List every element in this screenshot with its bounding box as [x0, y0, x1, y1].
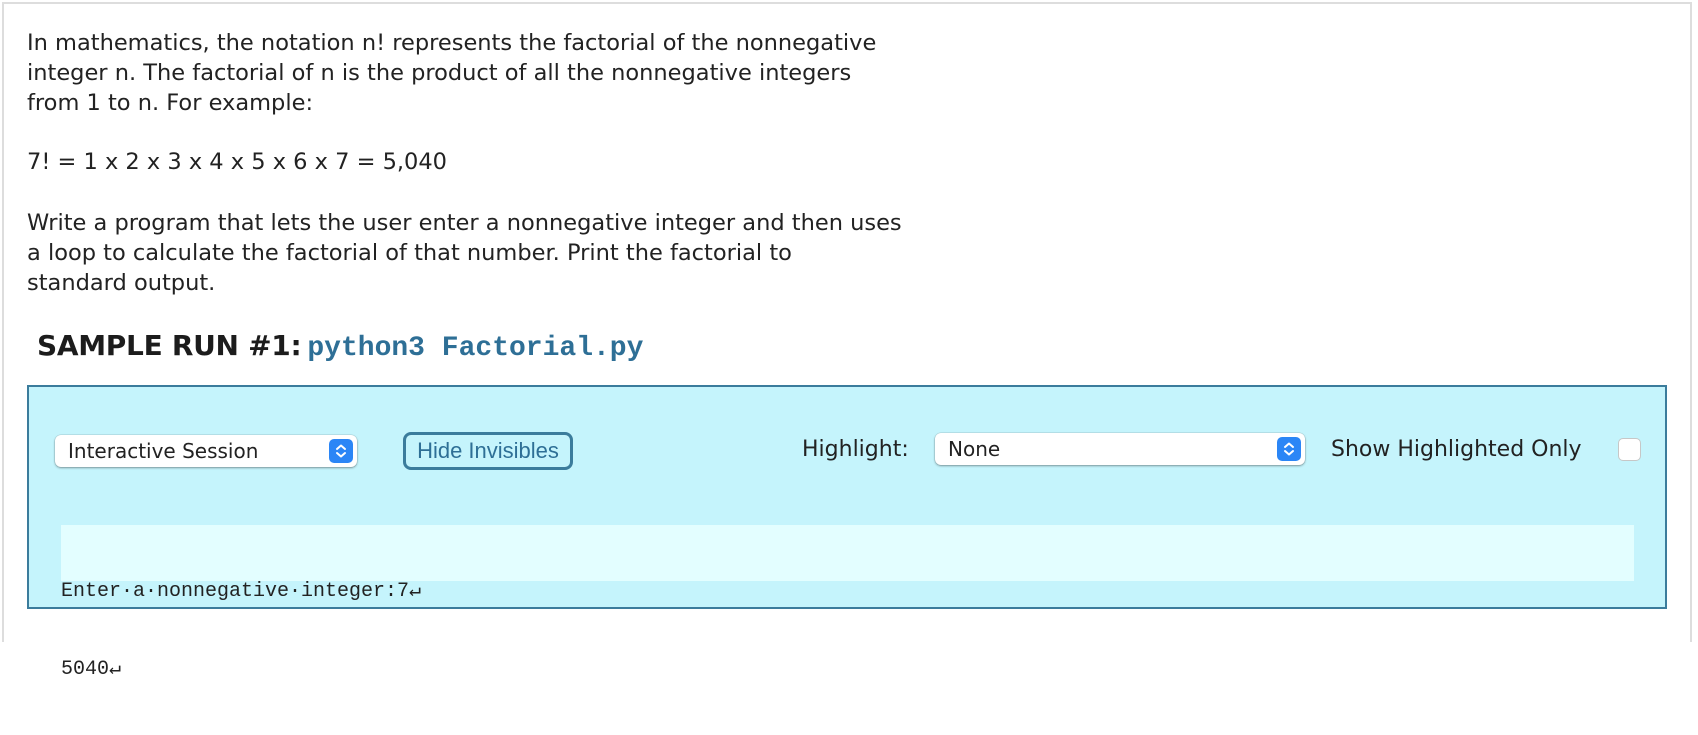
sample-run-label: SAMPLE RUN #1:	[37, 329, 302, 362]
task-line: standard output.	[27, 270, 216, 296]
session-mode-value: Interactive Session	[68, 439, 259, 463]
session-output: Enter·a·nonnegative·integer:7↵ 5040↵	[61, 525, 1634, 681]
up-down-stepper-icon	[329, 439, 353, 463]
intro-line: integer n. The factorial of n is the pro…	[27, 60, 852, 86]
sample-run-panel: Interactive Session Hide Invisibles High…	[27, 385, 1667, 681]
intro-line: from 1 to n. For example:	[27, 90, 314, 116]
output-line: 5040↵	[61, 658, 122, 681]
highlight-select[interactable]: None	[935, 433, 1305, 465]
output-line: Enter·a·nonnegative·integer:7↵	[61, 580, 422, 603]
problem-task: Write a program that lets the user enter…	[27, 208, 902, 298]
task-line: Write a program that lets the user enter…	[27, 210, 902, 236]
task-line: a loop to calculate the factorial of tha…	[27, 240, 792, 266]
show-highlighted-only-label: Show Highlighted Only	[1331, 437, 1582, 462]
highlight-label: Highlight:	[802, 437, 909, 462]
sample-run-command: python3 Factorial.py	[307, 333, 644, 364]
intro-line: In mathematics, the notation n! represen…	[27, 30, 877, 56]
up-down-stepper-icon	[1277, 437, 1301, 461]
hide-invisibles-button[interactable]: Hide Invisibles	[403, 432, 573, 470]
sample-run-heading: SAMPLE RUN #1: python3 Factorial.py	[37, 328, 643, 367]
highlight-value: None	[948, 437, 1001, 461]
show-highlighted-only-checkbox[interactable]	[1618, 438, 1641, 461]
factorial-example: 7! = 1 x 2 x 3 x 4 x 5 x 6 x 7 = 5,040	[27, 149, 447, 175]
problem-intro: In mathematics, the notation n! represen…	[27, 28, 876, 118]
session-mode-select[interactable]: Interactive Session	[55, 435, 357, 467]
